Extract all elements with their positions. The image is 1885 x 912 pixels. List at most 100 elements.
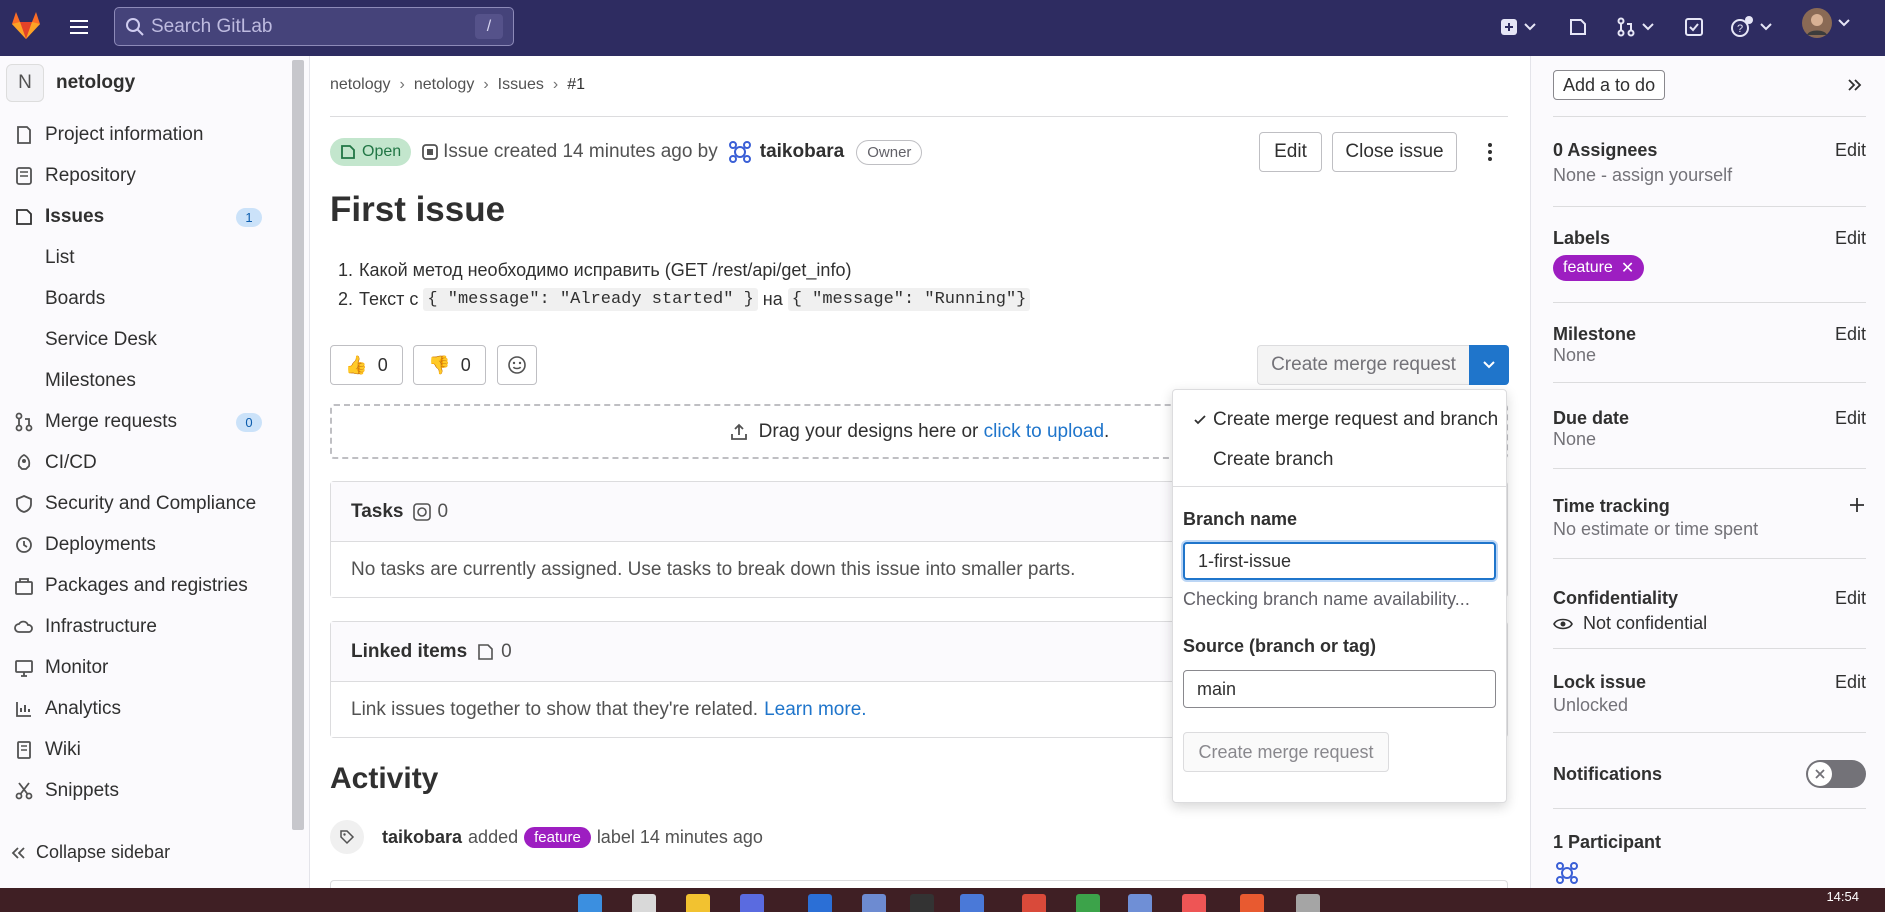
terminal-icon[interactable] (910, 894, 934, 912)
thumbs-down-button[interactable]: 👎 0 (413, 345, 486, 385)
merge-requests-nav[interactable] (1616, 15, 1654, 39)
sidebar-item-monitor[interactable]: Monitor (0, 647, 290, 688)
search-input[interactable] (151, 15, 471, 38)
learn-more-link[interactable]: Learn more. (764, 699, 866, 721)
app-icon[interactable] (808, 894, 832, 912)
notepad-icon[interactable] (632, 894, 656, 912)
label-badge[interactable]: feature ✕ (1553, 255, 1645, 281)
user-menu[interactable] (1802, 8, 1850, 38)
option-label: Create branch (1213, 449, 1334, 470)
assignees-value[interactable]: None - assign yourself (1553, 165, 1866, 186)
option-create-mr-and-branch[interactable]: Create merge request and branch (1173, 402, 1506, 438)
breadcrumb-item[interactable]: netology (330, 76, 391, 94)
app-icon[interactable] (862, 894, 886, 912)
label-icon (330, 820, 364, 854)
new-item-dropdown[interactable] (1500, 15, 1536, 39)
sidebar-item-wiki[interactable]: Wiki (0, 729, 290, 770)
todo-nav-icon[interactable] (1684, 15, 1704, 39)
sidebar-item-infrastructure[interactable]: Infrastructure (0, 606, 290, 647)
more-actions-kebab-icon[interactable] (1478, 140, 1502, 164)
sidebar-item-issues[interactable]: Issues 1 (0, 196, 290, 237)
app-icon[interactable] (740, 894, 764, 912)
sidebar-item-label: Monitor (45, 656, 109, 678)
sidebar-item-project-information[interactable]: Project information (0, 114, 290, 155)
source-input[interactable] (1183, 670, 1496, 708)
activity-user[interactable]: taikobara (382, 827, 462, 848)
lock-issue-section: Lock issue Unlocked Edit (1553, 672, 1866, 716)
description-text: на (762, 289, 783, 309)
sidebar-item-security[interactable]: Security and Compliance (0, 483, 290, 524)
upload-link[interactable]: click to upload (984, 421, 1104, 443)
participants-title: 1 Participant (1553, 832, 1662, 852)
linked-items-text: Link issues together to show that they'r… (351, 698, 759, 720)
edit-confidentiality-button[interactable]: Edit (1835, 588, 1866, 609)
notifications-toggle[interactable] (1806, 760, 1866, 788)
create-mr-dropdown-toggle[interactable] (1469, 345, 1509, 385)
edit-labels-button[interactable]: Edit (1835, 228, 1866, 249)
breadcrumb-item[interactable]: #1 (567, 76, 585, 94)
app-icon[interactable] (1240, 894, 1264, 912)
edit-assignees-button[interactable]: Edit (1835, 140, 1866, 161)
menu-icon[interactable] (68, 16, 92, 38)
collapse-right-sidebar-icon[interactable] (1847, 78, 1863, 92)
participant-avatar[interactable] (1553, 859, 1581, 887)
sidebar-item-milestones[interactable]: Milestones (0, 360, 290, 401)
create-merge-request-button[interactable]: Create merge request (1257, 345, 1469, 385)
monitor-icon (15, 659, 33, 677)
collapse-sidebar-button[interactable]: Collapse sidebar (10, 842, 170, 863)
sidebar-item-repository[interactable]: Repository (0, 155, 290, 196)
sidebar-item-snippets[interactable]: Snippets (0, 770, 290, 811)
sidebar-item-deployments[interactable]: Deployments (0, 524, 290, 565)
breadcrumb-separator-icon: › (552, 76, 559, 93)
app-icon[interactable] (1076, 894, 1100, 912)
app-icon[interactable] (1296, 894, 1320, 912)
close-issue-button[interactable]: Close issue (1332, 132, 1457, 172)
sidebar-item-service-desk[interactable]: Service Desk (0, 319, 290, 360)
add-todo-button[interactable]: Add a to do (1553, 70, 1666, 100)
sidebar-item-label: Repository (45, 164, 136, 186)
add-reaction-button[interactable] (497, 345, 537, 385)
thumbs-up-button[interactable]: 👍 0 (330, 345, 403, 385)
sidebar-item-label: Boards (45, 287, 106, 309)
author-name[interactable]: taikobara (760, 141, 844, 163)
app-icon[interactable] (960, 894, 984, 912)
breadcrumb-item[interactable]: Issues (498, 76, 544, 94)
edit-issue-button[interactable]: Edit (1259, 132, 1322, 172)
file-explorer-icon[interactable] (686, 894, 710, 912)
sidebar-item-packages[interactable]: Packages and registries (0, 565, 290, 606)
sidebar-scrollbar[interactable] (292, 60, 304, 830)
gitlab-logo-icon[interactable] (8, 7, 44, 43)
thumbs-down-icon: 👎 (428, 354, 451, 375)
thumbs-down-count: 0 (460, 354, 471, 375)
issues-nav-icon[interactable] (1568, 15, 1588, 39)
label-badge[interactable]: feature (524, 826, 591, 848)
linked-items-count: 0 (477, 641, 512, 663)
add-time-plus-icon[interactable] (1848, 496, 1866, 514)
due-date-section: Due date None Edit (1553, 408, 1866, 450)
browser-icon[interactable] (1022, 894, 1046, 912)
branch-name-input[interactable] (1183, 542, 1496, 580)
help-dropdown[interactable]: ? (1730, 15, 1772, 39)
app-icon[interactable] (1182, 894, 1206, 912)
edit-due-date-button[interactable]: Edit (1835, 408, 1866, 429)
option-create-branch[interactable]: Create branch (1173, 442, 1506, 478)
lock-issue-title: Lock issue (1553, 672, 1647, 692)
app-icon[interactable] (1128, 894, 1152, 912)
windows-start-icon[interactable] (578, 894, 602, 912)
sidebar-item-analytics[interactable]: Analytics (0, 688, 290, 729)
sidebar-item-merge-requests[interactable]: Merge requests 0 (0, 401, 290, 442)
project-header[interactable]: N netology (6, 64, 135, 102)
sidebar-item-list[interactable]: List (0, 237, 290, 278)
breadcrumb-item[interactable]: netology (414, 76, 475, 94)
author-avatar[interactable] (725, 138, 754, 166)
sidebar-item-boards[interactable]: Boards (0, 278, 290, 319)
activity-item: taikobara added feature label 14 minutes… (330, 820, 763, 854)
search-box[interactable]: / (114, 7, 514, 46)
linked-items-title: Linked items (351, 640, 468, 662)
create-merge-request-submit[interactable]: Create merge request (1183, 732, 1389, 772)
edit-milestone-button[interactable]: Edit (1835, 324, 1866, 345)
edit-lock-button[interactable]: Edit (1835, 672, 1866, 693)
remove-label-icon[interactable]: ✕ (1621, 258, 1634, 278)
issues-icon (16, 208, 32, 225)
sidebar-item-ci-cd[interactable]: CI/CD (0, 442, 290, 483)
